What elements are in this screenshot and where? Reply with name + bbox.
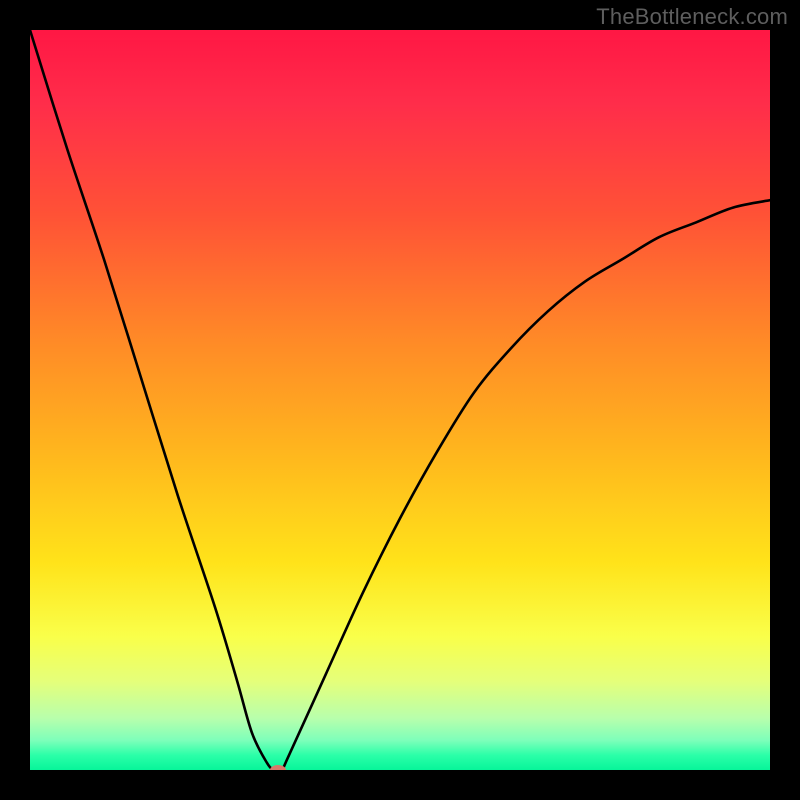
minimum-marker-icon xyxy=(270,765,286,770)
bottleneck-curve xyxy=(30,30,770,770)
watermark-text: TheBottleneck.com xyxy=(596,4,788,30)
chart-frame: TheBottleneck.com xyxy=(0,0,800,800)
curve-svg xyxy=(30,30,770,770)
plot-area xyxy=(30,30,770,770)
